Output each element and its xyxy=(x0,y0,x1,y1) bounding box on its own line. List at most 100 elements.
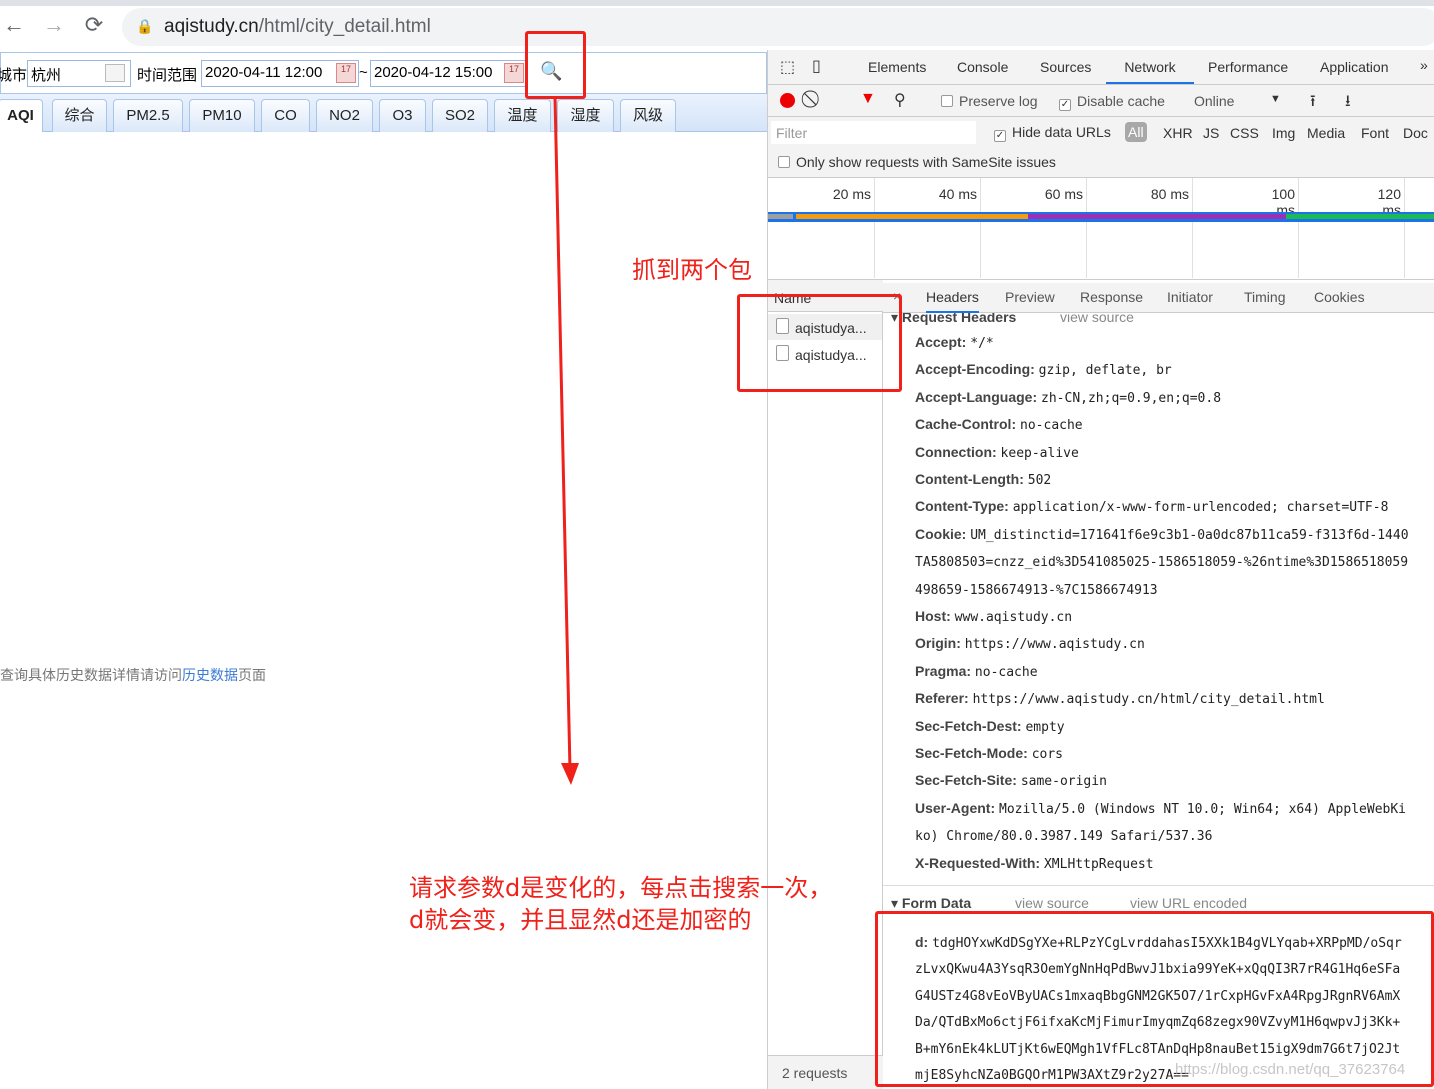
search-icon[interactable]: ⚲ xyxy=(894,90,906,110)
tab-sources[interactable]: Sources xyxy=(1040,59,1091,75)
record-icon[interactable] xyxy=(780,93,795,108)
header-row: Accept: */* xyxy=(915,334,994,351)
header-row: Cache-Control: no-cache xyxy=(915,416,1083,433)
tab-response[interactable]: Response xyxy=(1080,289,1143,305)
header-key: Referer: xyxy=(915,690,969,707)
timeline-finish xyxy=(1286,214,1434,219)
tab-pm25[interactable]: PM2.5 xyxy=(113,99,183,132)
tab-timing[interactable]: Timing xyxy=(1244,289,1286,305)
tab-no2[interactable]: NO2 xyxy=(316,99,373,132)
timeline-tick-label: 40 ms xyxy=(938,186,977,202)
form-data-section[interactable]: ▾ Form Data xyxy=(891,895,971,912)
filter-input[interactable]: Filter xyxy=(771,121,976,144)
filter-xhr[interactable]: XHR xyxy=(1163,125,1193,141)
header-row: Host: www.aqistudy.cn xyxy=(915,608,1072,625)
header-value: cors xyxy=(1031,747,1063,762)
tab-application[interactable]: Application xyxy=(1320,59,1389,75)
tab-风级[interactable]: 风级 xyxy=(620,99,676,132)
devtools-tabbar: ⬚ ▯ Elements Console Sources Network Per… xyxy=(768,50,1434,85)
calendar-icon[interactable]: 17 xyxy=(504,63,524,83)
header-value: UM_distinctid=171641f6e9c3b1-0a0dc87b11c… xyxy=(970,527,1409,543)
header-key: Sec-Fetch-Site: xyxy=(915,772,1017,789)
hide-data-urls-checkbox[interactable]: ✓ Hide data URLs xyxy=(994,124,1111,142)
tab-so2[interactable]: SO2 xyxy=(432,99,488,132)
header-key: Origin: xyxy=(915,635,961,652)
view-source-link[interactable]: view source xyxy=(1015,895,1089,911)
header-row: Connection: keep-alive xyxy=(915,444,1079,461)
end-time-value: 2020-04-12 15:00 xyxy=(374,64,493,81)
chevron-down-icon[interactable]: ▼ xyxy=(1270,93,1281,105)
request-headers-section[interactable]: ▾ Request Headers xyxy=(891,313,1016,326)
header-key: Host: xyxy=(915,608,951,624)
more-tabs-button[interactable]: » xyxy=(1420,57,1428,73)
header-row: Referer: https://www.aqistudy.cn/html/ci… xyxy=(915,690,1325,707)
address-bar[interactable]: 🔒 aqistudy.cn/html/city_detail.html xyxy=(122,8,1434,46)
tab-console[interactable]: Console xyxy=(957,59,1008,75)
network-toolbar: ⃠ ▼ ⚲ Preserve log ✓Disable cache Online… xyxy=(768,85,1434,117)
tab-elements[interactable]: Elements xyxy=(868,59,926,75)
header-value: TA5808503=cnzz_eid%3D541085025-158651805… xyxy=(915,555,1409,571)
pollutant-tabs: AQI 综合 PM2.5 PM10 CO NO2 O3 SO2 温度 湿度 风级 xyxy=(0,94,767,132)
detail-tabbar: × Headers Preview Response Initiator Tim… xyxy=(883,283,1434,313)
view-source-link[interactable]: view source xyxy=(1060,313,1134,325)
filter-font[interactable]: Font xyxy=(1361,125,1389,141)
tab-headers[interactable]: Headers xyxy=(926,283,979,313)
inspect-icon[interactable]: ⬚ xyxy=(780,57,795,77)
lock-icon: 🔒 xyxy=(136,18,154,34)
reload-icon[interactable]: ⟳ xyxy=(80,12,108,38)
timeline-gridline xyxy=(1298,178,1299,278)
header-key: X-Requested-With: xyxy=(915,854,1041,871)
arrow-right-icon[interactable]: → xyxy=(40,12,68,38)
arrow-left-icon[interactable]: ← xyxy=(0,12,28,38)
hint-suffix: 页面 xyxy=(238,667,266,683)
tab-o3[interactable]: O3 xyxy=(379,99,426,132)
export-har-icon[interactable]: ⭳ xyxy=(1345,90,1351,117)
history-hint: 查询具体历史数据详情请访问历史数据页面 xyxy=(0,665,266,685)
annotation-captured: 抓到两个包 xyxy=(632,256,752,284)
device-toolbar-icon[interactable]: ▯ xyxy=(812,56,821,76)
filter-all[interactable]: All xyxy=(1125,122,1147,142)
tab-network[interactable]: Network xyxy=(1106,50,1194,84)
tab-co[interactable]: CO xyxy=(261,99,310,132)
timeline-gridline xyxy=(1404,178,1405,278)
filter-doc[interactable]: Doc xyxy=(1403,125,1428,141)
filter-js[interactable]: JS xyxy=(1203,125,1219,141)
tab-strip xyxy=(0,0,1434,6)
filter-media[interactable]: Media xyxy=(1307,125,1345,141)
header-value: https://www.aqistudy.cn/html/city_detail… xyxy=(972,692,1325,708)
preserve-log-checkbox[interactable]: Preserve log xyxy=(941,93,1038,109)
header-key: Connection: xyxy=(915,443,997,460)
header-key: Accept-Encoding: xyxy=(915,361,1035,378)
header-row: Accept-Encoding: gzip, deflate, br xyxy=(915,361,1172,378)
filter-icon[interactable]: ▼ xyxy=(860,90,876,108)
tab-pm10[interactable]: PM10 xyxy=(189,99,255,132)
annotation-box-search xyxy=(525,31,586,99)
timeline-tick-label: 80 ms xyxy=(1150,186,1189,202)
view-url-encoded-link[interactable]: view URL encoded xyxy=(1130,895,1247,911)
history-data-link[interactable]: 历史数据 xyxy=(182,667,238,683)
tab-aqi[interactable]: AQI xyxy=(0,99,43,132)
tab-performance[interactable]: Performance xyxy=(1208,59,1288,75)
disable-cache-checkbox[interactable]: ✓ Disable cache xyxy=(1059,93,1165,111)
header-key: Accept-Language: xyxy=(915,388,1038,405)
header-row: Accept-Language: zh-CN,zh;q=0.9,en;q=0.8 xyxy=(915,389,1221,406)
filter-css[interactable]: CSS xyxy=(1230,125,1259,141)
tab-initiator[interactable]: Initiator xyxy=(1167,289,1213,305)
filter-img[interactable]: Img xyxy=(1272,125,1295,141)
samesite-checkbox[interactable]: Only show requests with SameSite issues xyxy=(778,154,1056,170)
throttle-select[interactable]: Online xyxy=(1194,93,1234,109)
timeline-tick-label: 60 ms xyxy=(1044,186,1083,202)
header-row: Origin: https://www.aqistudy.cn xyxy=(915,635,1145,652)
import-har-icon[interactable]: ⭱ xyxy=(1310,90,1316,117)
tab-preview[interactable]: Preview xyxy=(1005,289,1055,305)
timeline-overview[interactable]: 20 ms 40 ms 60 ms 80 ms 100 ms 120 ms xyxy=(768,178,1434,280)
header-row: TA5808503=cnzz_eid%3D541085025-158651805… xyxy=(915,553,1408,570)
time-range-label: 时间范围 xyxy=(137,67,198,84)
header-value: keep-alive xyxy=(1000,445,1079,461)
city-picker-icon[interactable] xyxy=(105,64,125,82)
url-path: /html/city_detail.html xyxy=(258,16,431,37)
tab-综合[interactable]: 综合 xyxy=(52,99,107,132)
calendar-icon[interactable]: 17 xyxy=(336,63,356,83)
tab-cookies[interactable]: Cookies xyxy=(1314,289,1365,305)
header-key: Sec-Fetch-Dest: xyxy=(915,717,1022,734)
